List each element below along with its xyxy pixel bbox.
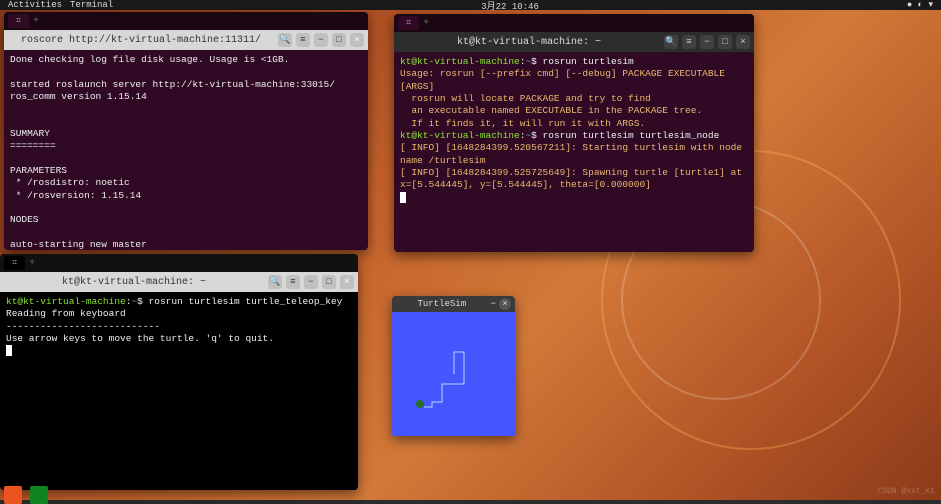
close-button[interactable]: × xyxy=(736,35,750,49)
terminal-tab[interactable]: ⌗ xyxy=(8,14,29,28)
maximize-button[interactable]: □ xyxy=(332,33,346,47)
terminal-output[interactable]: Done checking log file disk usage. Usage… xyxy=(4,50,368,250)
menu-button[interactable]: ≡ xyxy=(682,35,696,49)
titlebar[interactable]: kt@kt-virtual-machine: ~ 🔍 ≡ − □ × xyxy=(394,32,754,52)
tab-strip: ⌗ + xyxy=(394,14,754,32)
watermark: CSDN @xxt_kt xyxy=(877,487,935,496)
window-title: kt@kt-virtual-machine: ~ xyxy=(4,277,264,288)
turtlesim-canvas xyxy=(392,312,515,436)
terminal-tab[interactable]: ⌗ xyxy=(4,256,25,270)
tab-strip: ⌗ + xyxy=(4,12,368,30)
titlebar[interactable]: kt@kt-virtual-machine: ~ 🔍 ≡ − □ × xyxy=(0,272,358,292)
new-tab-button[interactable]: + xyxy=(29,258,35,269)
turtlesim-window[interactable]: TurtleSim − × xyxy=(392,296,515,436)
search-button[interactable]: 🔍 xyxy=(664,35,678,49)
close-button[interactable]: × xyxy=(499,298,511,310)
maximize-button[interactable]: □ xyxy=(322,275,336,289)
close-button[interactable]: × xyxy=(340,275,354,289)
system-tray[interactable]: ● ◐ ▾ xyxy=(907,0,933,10)
menu-button[interactable]: ≡ xyxy=(286,275,300,289)
window-title: TurtleSim xyxy=(396,299,488,309)
clock[interactable]: 3月22 10:46 xyxy=(113,0,907,12)
terminal-window-roscore[interactable]: ⌗ + roscore http://kt-virtual-machine:11… xyxy=(4,12,368,250)
dock-app-icon[interactable] xyxy=(30,486,48,504)
close-button[interactable]: × xyxy=(350,33,364,47)
tab-strip: ⌗ + xyxy=(0,254,358,272)
titlebar[interactable]: TurtleSim − × xyxy=(392,296,515,312)
top-panel: Activities Terminal 3月22 10:46 ● ◐ ▾ xyxy=(0,0,941,10)
terminal-icon: ⌗ xyxy=(16,16,21,26)
window-title: kt@kt-virtual-machine: ~ xyxy=(398,37,660,48)
activities-button[interactable]: Activities xyxy=(8,0,62,10)
terminal-window-teleop[interactable]: ⌗ + kt@kt-virtual-machine: ~ 🔍 ≡ − □ × k… xyxy=(0,254,358,490)
terminal-icon: ⌗ xyxy=(406,18,411,28)
search-button[interactable]: 🔍 xyxy=(278,33,292,47)
new-tab-button[interactable]: + xyxy=(33,16,39,27)
terminal-output[interactable]: kt@kt-virtual-machine:~$ rosrun turtlesi… xyxy=(0,292,358,490)
minimize-button[interactable]: − xyxy=(491,299,496,309)
dock[interactable] xyxy=(0,490,52,500)
maximize-button[interactable]: □ xyxy=(718,35,732,49)
turtle-icon xyxy=(416,400,424,408)
minimize-button[interactable]: − xyxy=(700,35,714,49)
minimize-button[interactable]: − xyxy=(314,33,328,47)
turtle-trail xyxy=(392,312,515,436)
search-button[interactable]: 🔍 xyxy=(268,275,282,289)
terminal-tab[interactable]: ⌗ xyxy=(398,16,419,30)
menu-button[interactable]: ≡ xyxy=(296,33,310,47)
new-tab-button[interactable]: + xyxy=(423,18,429,29)
minimize-button[interactable]: − xyxy=(304,275,318,289)
dock-files-icon[interactable] xyxy=(4,486,22,504)
terminal-window-turtlesim-node[interactable]: ⌗ + kt@kt-virtual-machine: ~ 🔍 ≡ − □ × k… xyxy=(394,14,754,252)
titlebar[interactable]: roscore http://kt-virtual-machine:11311/… xyxy=(4,30,368,50)
window-title: roscore http://kt-virtual-machine:11311/ xyxy=(8,35,274,46)
terminal-output[interactable]: kt@kt-virtual-machine:~$ rosrun turtlesi… xyxy=(394,52,754,252)
terminal-icon: ⌗ xyxy=(12,258,17,268)
app-menu[interactable]: Terminal xyxy=(70,0,113,10)
